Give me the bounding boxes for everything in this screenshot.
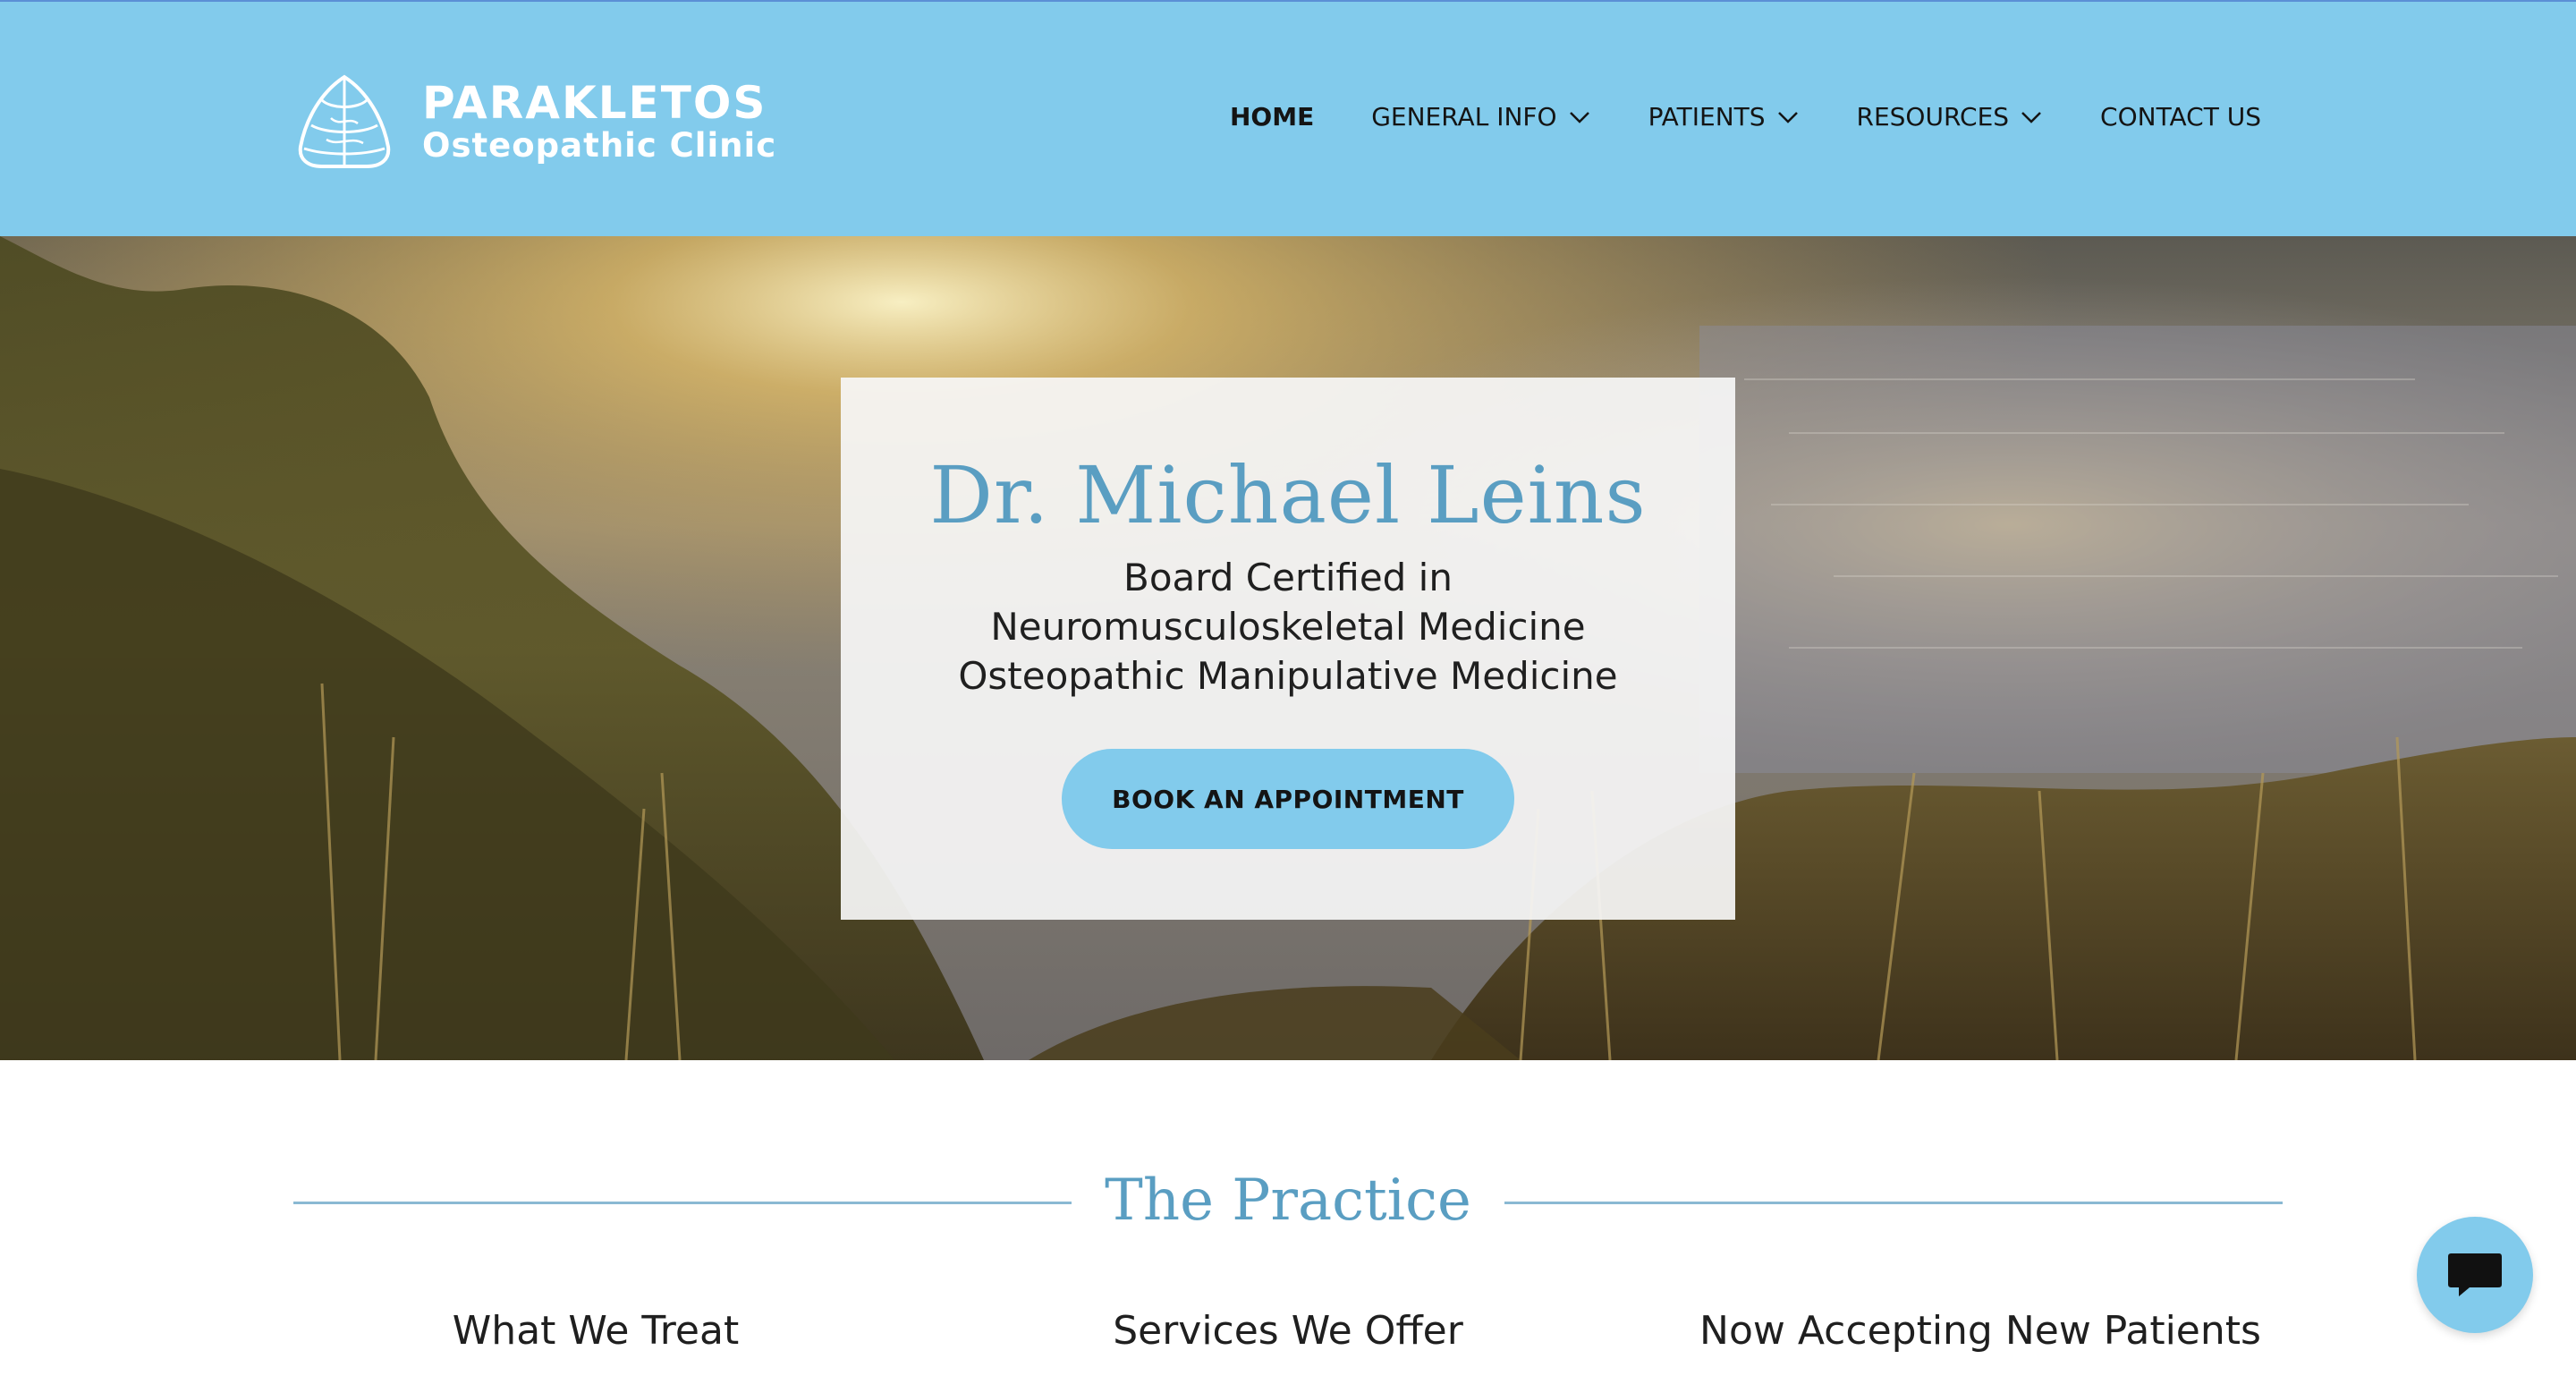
nav-contact-us[interactable]: CONTACT US [2100, 102, 2261, 132]
accepting-new-patients-heading: Now Accepting New Patients [1699, 1308, 2261, 1354]
nav-patients-label: PATIENTS [1648, 102, 1766, 132]
credential-line-3: Osteopathic Manipulative Medicine [958, 654, 1618, 698]
credential-line-2: Neuromusculoskeletal Medicine [990, 605, 1586, 649]
site-logo[interactable]: PARAKLETOS Osteopathic Clinic [295, 73, 776, 170]
nav-general-info[interactable]: GENERAL INFO [1371, 102, 1590, 132]
services-we-offer-heading: Services We Offer [1113, 1308, 1463, 1354]
chevron-down-icon [1777, 111, 1798, 123]
practice-heading: The Practice [1105, 1168, 1471, 1234]
nav-patients[interactable]: PATIENTS [1648, 102, 1800, 132]
hero-card: Dr. Michael Leins Board Certified in Neu… [841, 378, 1735, 920]
chat-bubble-icon [2448, 1253, 2502, 1296]
chevron-down-icon [1569, 111, 1589, 123]
nav-resources[interactable]: RESOURCES [1857, 102, 2044, 132]
chat-button[interactable] [2417, 1217, 2533, 1333]
main-nav: HOME GENERAL INFO PATIENTS RESOURCES CON… [1230, 102, 2261, 132]
brand-tagline: Osteopathic Clinic [422, 126, 777, 165]
chevron-down-icon [2021, 111, 2041, 123]
doctor-name: Dr. Michael Leins [929, 449, 1647, 541]
hero-section: Dr. Michael Leins Board Certified in Neu… [0, 236, 2576, 1060]
book-appointment-button[interactable]: BOOK AN APPOINTMENT [1062, 749, 1514, 849]
nav-resources-label: RESOURCES [1856, 102, 2010, 132]
nav-home[interactable]: HOME [1230, 102, 1314, 132]
brand-name: PARAKLETOS [422, 77, 767, 129]
nav-contact-us-label: CONTACT US [2100, 102, 2261, 132]
nav-home-label: HOME [1229, 102, 1315, 132]
nav-general-info-label: GENERAL INFO [1371, 102, 1557, 132]
site-header: PARAKLETOS Osteopathic Clinic HOME GENER… [0, 0, 2576, 236]
logo-icon [298, 74, 391, 168]
credential-line-1: Board Certified in [1123, 556, 1453, 599]
what-we-treat-heading: What We Treat [452, 1308, 740, 1354]
